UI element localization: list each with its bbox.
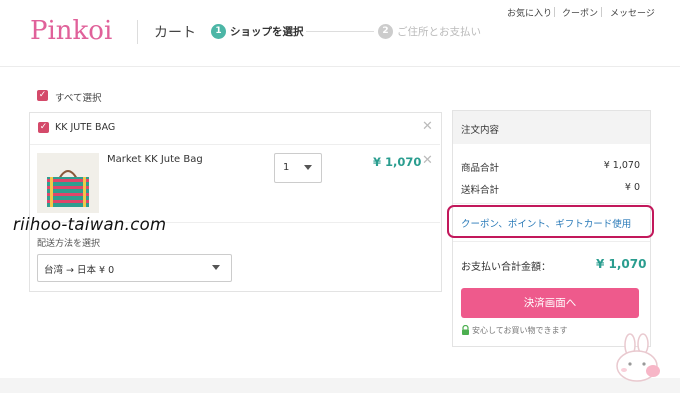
svg-text:Pinkoi: Pinkoi [30,16,112,46]
messages-link[interactable]: メッセージ [610,6,655,19]
subtotal-value: ¥ 1,070 [603,160,640,171]
chevron-down-icon [304,165,312,170]
step-2-label: ご住所とお支払い [397,26,481,38]
link-separator [601,7,602,17]
shipping-method-value: 台湾 → 日本 ¥ 0 [44,265,115,276]
checkout-button[interactable]: 決済画面へ [461,288,639,318]
header-divider [137,20,138,44]
total-value: ¥ 1,070 [596,257,647,271]
lock-icon [462,325,469,335]
watermark: riihoo-taiwan.com [13,215,167,234]
shop-name[interactable]: KK JUTE BAG [55,122,115,133]
rabbit-mascot-icon [616,333,660,382]
favorites-link[interactable]: お気に入り [507,6,552,19]
shop-divider [30,144,440,145]
product-name[interactable]: Market KK Jute Bag [107,154,203,165]
step-connector [306,31,374,32]
pinkoi-logo[interactable]: Pinkoi [30,14,114,46]
shipping-method-label: 配送方法を選択 [37,239,101,249]
footer-band [0,378,680,393]
summary-divider [453,203,650,204]
chevron-down-icon [212,265,220,270]
shipping-total-value: ¥ 0 [624,182,640,193]
remove-item-close-icon[interactable]: ✕ [422,154,433,167]
remove-shop-close-icon[interactable]: ✕ [422,120,433,133]
cart-title: カート [154,25,196,41]
product-image[interactable] [37,153,99,213]
step-1-label: ショップを選択 [230,26,304,38]
link-separator [554,7,555,17]
step-1-badge: 1 [211,24,226,39]
order-summary-title: 注文内容 [461,125,500,136]
coupons-link[interactable]: クーポン [562,6,598,19]
total-label: お支払い合計金額： [461,262,551,273]
summary-divider [453,241,650,242]
secure-shopping-note: 安心してお買い物できます [472,326,568,335]
coupon-points-giftcard-link[interactable]: クーポン、ポイント、ギフトカード使用 [461,216,631,230]
quantity-select[interactable] [274,153,322,183]
item-price: ¥ 1,070 [373,155,422,169]
quantity-value: 1 [283,162,290,173]
select-all-checkbox[interactable]: ✓ [37,90,48,101]
subtotal-label: 商品合計 [461,163,500,174]
step-2-badge: 2 [378,24,393,39]
header-border [0,66,680,67]
shipping-total-label: 送料合計 [461,185,500,196]
shop-checkbox[interactable]: ✓ [38,122,49,133]
select-all-label: すべて選択 [55,93,102,104]
